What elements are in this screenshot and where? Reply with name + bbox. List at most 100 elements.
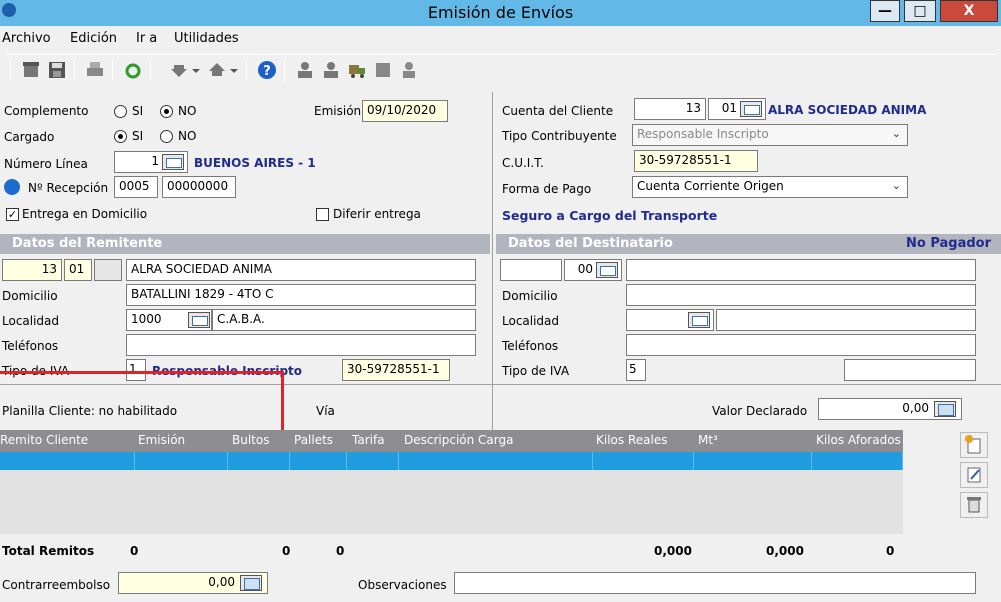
lookup-icon[interactable] [740, 101, 762, 117]
table-cell[interactable] [135, 452, 228, 470]
dropdown-caret-icon[interactable] [228, 59, 240, 81]
table-cell[interactable] [0, 452, 135, 470]
recepcion-serie-field[interactable]: 0005 [114, 176, 158, 198]
truck-icon[interactable] [346, 59, 368, 81]
add-row-icon[interactable] [960, 432, 988, 458]
destinatario-telefonos-label: Teléfonos [502, 339, 559, 353]
observaciones-label: Observaciones [358, 578, 447, 592]
toolbar-separator [150, 61, 151, 81]
col-descripcion-carga[interactable]: Descripción Carga [404, 433, 513, 447]
refresh-icon[interactable] [122, 59, 144, 81]
remitente-localidad-field[interactable]: C.A.B.A. [212, 309, 476, 331]
col-mt3[interactable]: Mt³ [698, 433, 718, 447]
destinatario-name-field[interactable] [626, 259, 976, 281]
remitente-num-field[interactable]: 13 [2, 259, 62, 281]
remitente-name-field[interactable]: ALRA SOCIEDAD ANIMA [126, 259, 476, 281]
table-cell[interactable] [399, 452, 593, 470]
maximize-button[interactable]: □ [904, 0, 936, 22]
user-icon[interactable] [294, 59, 316, 81]
observaciones-field[interactable] [454, 572, 976, 594]
menu-utilidades[interactable]: Utilidades [174, 31, 239, 46]
col-bultos[interactable]: Bultos [232, 433, 269, 447]
delete-icon[interactable] [960, 492, 988, 518]
down-arrow-icon[interactable] [168, 59, 190, 81]
cuit-label: C.U.I.T. [502, 156, 544, 170]
remitente-sub-field[interactable]: 01 [64, 259, 92, 281]
complemento-si-radio[interactable] [114, 105, 127, 118]
destinatario-cuit-field[interactable] [844, 359, 976, 381]
dropdown-caret-icon[interactable] [190, 59, 202, 81]
no-pagador-label: No Pagador [905, 236, 991, 251]
destinatario-iva-code-field[interactable]: 5 [626, 359, 646, 381]
grid-body[interactable] [0, 470, 903, 534]
menu-ir-a[interactable]: Ir a [136, 31, 157, 46]
destinatario-domicilio-field[interactable] [626, 284, 976, 306]
print-icon[interactable] [84, 59, 106, 81]
remitente-localidad-label: Localidad [2, 314, 60, 328]
person-icon[interactable] [398, 59, 420, 81]
calculator-icon[interactable] [934, 401, 956, 417]
total-remitos-label: Total Remitos [2, 544, 95, 558]
table-cell[interactable] [694, 452, 812, 470]
col-remito-cliente[interactable]: Remito Cliente [0, 433, 88, 447]
via-label: Vía [316, 404, 335, 418]
stop-icon[interactable] [372, 59, 394, 81]
complemento-no-radio[interactable] [160, 105, 173, 118]
help-glyph: ? [263, 64, 271, 79]
remitente-cuit-field[interactable]: 30-59728551-1 [342, 359, 450, 381]
table-cell[interactable] [812, 452, 903, 470]
menu-edicion[interactable]: Edición [70, 31, 117, 46]
cargado-si-radio[interactable] [114, 130, 127, 143]
calculator-icon[interactable] [240, 575, 262, 591]
contrarreembolso-label: Contrarreembolso [2, 578, 111, 592]
cuenta-numero-field[interactable]: 13 [634, 98, 706, 120]
lookup-icon[interactable] [162, 154, 184, 170]
entrega-domicilio-checkbox[interactable]: ✓ [6, 208, 19, 221]
lookup-icon[interactable] [188, 312, 210, 328]
remitente-domicilio-field[interactable]: BATALLINI 1829 - 4TO C [126, 284, 476, 306]
col-emision[interactable]: Emisión [138, 433, 185, 447]
toolbar-separator [246, 61, 247, 81]
tipo-contribuyente-select[interactable]: Responsable Inscripto ⌄ [632, 124, 908, 146]
table-cell[interactable] [290, 452, 347, 470]
col-kilos-reales[interactable]: Kilos Reales [596, 433, 667, 447]
table-cell[interactable] [347, 452, 399, 470]
total-bultos-value: 0 [282, 544, 291, 558]
recepcion-numero-field[interactable]: 00000000 [162, 176, 236, 198]
remitente-blank-field[interactable] [94, 259, 122, 281]
numero-linea-desc: BUENOS AIRES - 1 [194, 156, 316, 170]
table-cell[interactable] [593, 452, 694, 470]
remitente-telefonos-field[interactable] [126, 334, 476, 356]
diferir-entrega-checkbox[interactable] [316, 208, 329, 221]
forma-pago-value: Cuenta Corriente Origen [637, 179, 784, 193]
help-icon[interactable]: ? [256, 59, 278, 81]
lookup-icon[interactable] [688, 312, 710, 328]
lookup-icon[interactable] [596, 262, 618, 278]
cuit-field[interactable]: 30-59728551-1 [634, 150, 758, 172]
toolbar-separator [10, 61, 11, 81]
col-kilos-aforados[interactable]: Kilos Aforados [816, 433, 901, 447]
menu-archivo[interactable]: Archivo [2, 31, 51, 46]
plus-circle-icon[interactable] [4, 179, 20, 195]
toolbar-separator [74, 61, 75, 81]
total-mt3-value: 0,000 [766, 544, 804, 558]
emision-field[interactable]: 09/10/2020 [362, 100, 448, 122]
destinatario-num-field[interactable] [500, 259, 562, 281]
minimize-button[interactable]: — [870, 0, 900, 22]
destinatario-localidad-field[interactable] [716, 309, 976, 331]
cuenta-cliente-label: Cuenta del Cliente [502, 104, 614, 118]
up-arrow-icon[interactable] [206, 59, 228, 81]
users-icon[interactable] [320, 59, 342, 81]
destinatario-telefonos-field[interactable] [626, 334, 976, 356]
new-icon[interactable] [20, 59, 42, 81]
table-row[interactable] [0, 452, 903, 470]
cargado-no-radio[interactable] [160, 130, 173, 143]
col-pallets[interactable]: Pallets [294, 433, 333, 447]
table-cell[interactable] [228, 452, 290, 470]
remitente-header: Datos del Remitente [0, 234, 490, 254]
col-tarifa[interactable]: Tarifa [352, 433, 385, 447]
save-icon[interactable] [46, 59, 68, 81]
close-button[interactable]: X [940, 0, 998, 22]
forma-pago-select[interactable]: Cuenta Corriente Origen ⌄ [632, 176, 908, 198]
edit-icon[interactable] [960, 462, 988, 488]
